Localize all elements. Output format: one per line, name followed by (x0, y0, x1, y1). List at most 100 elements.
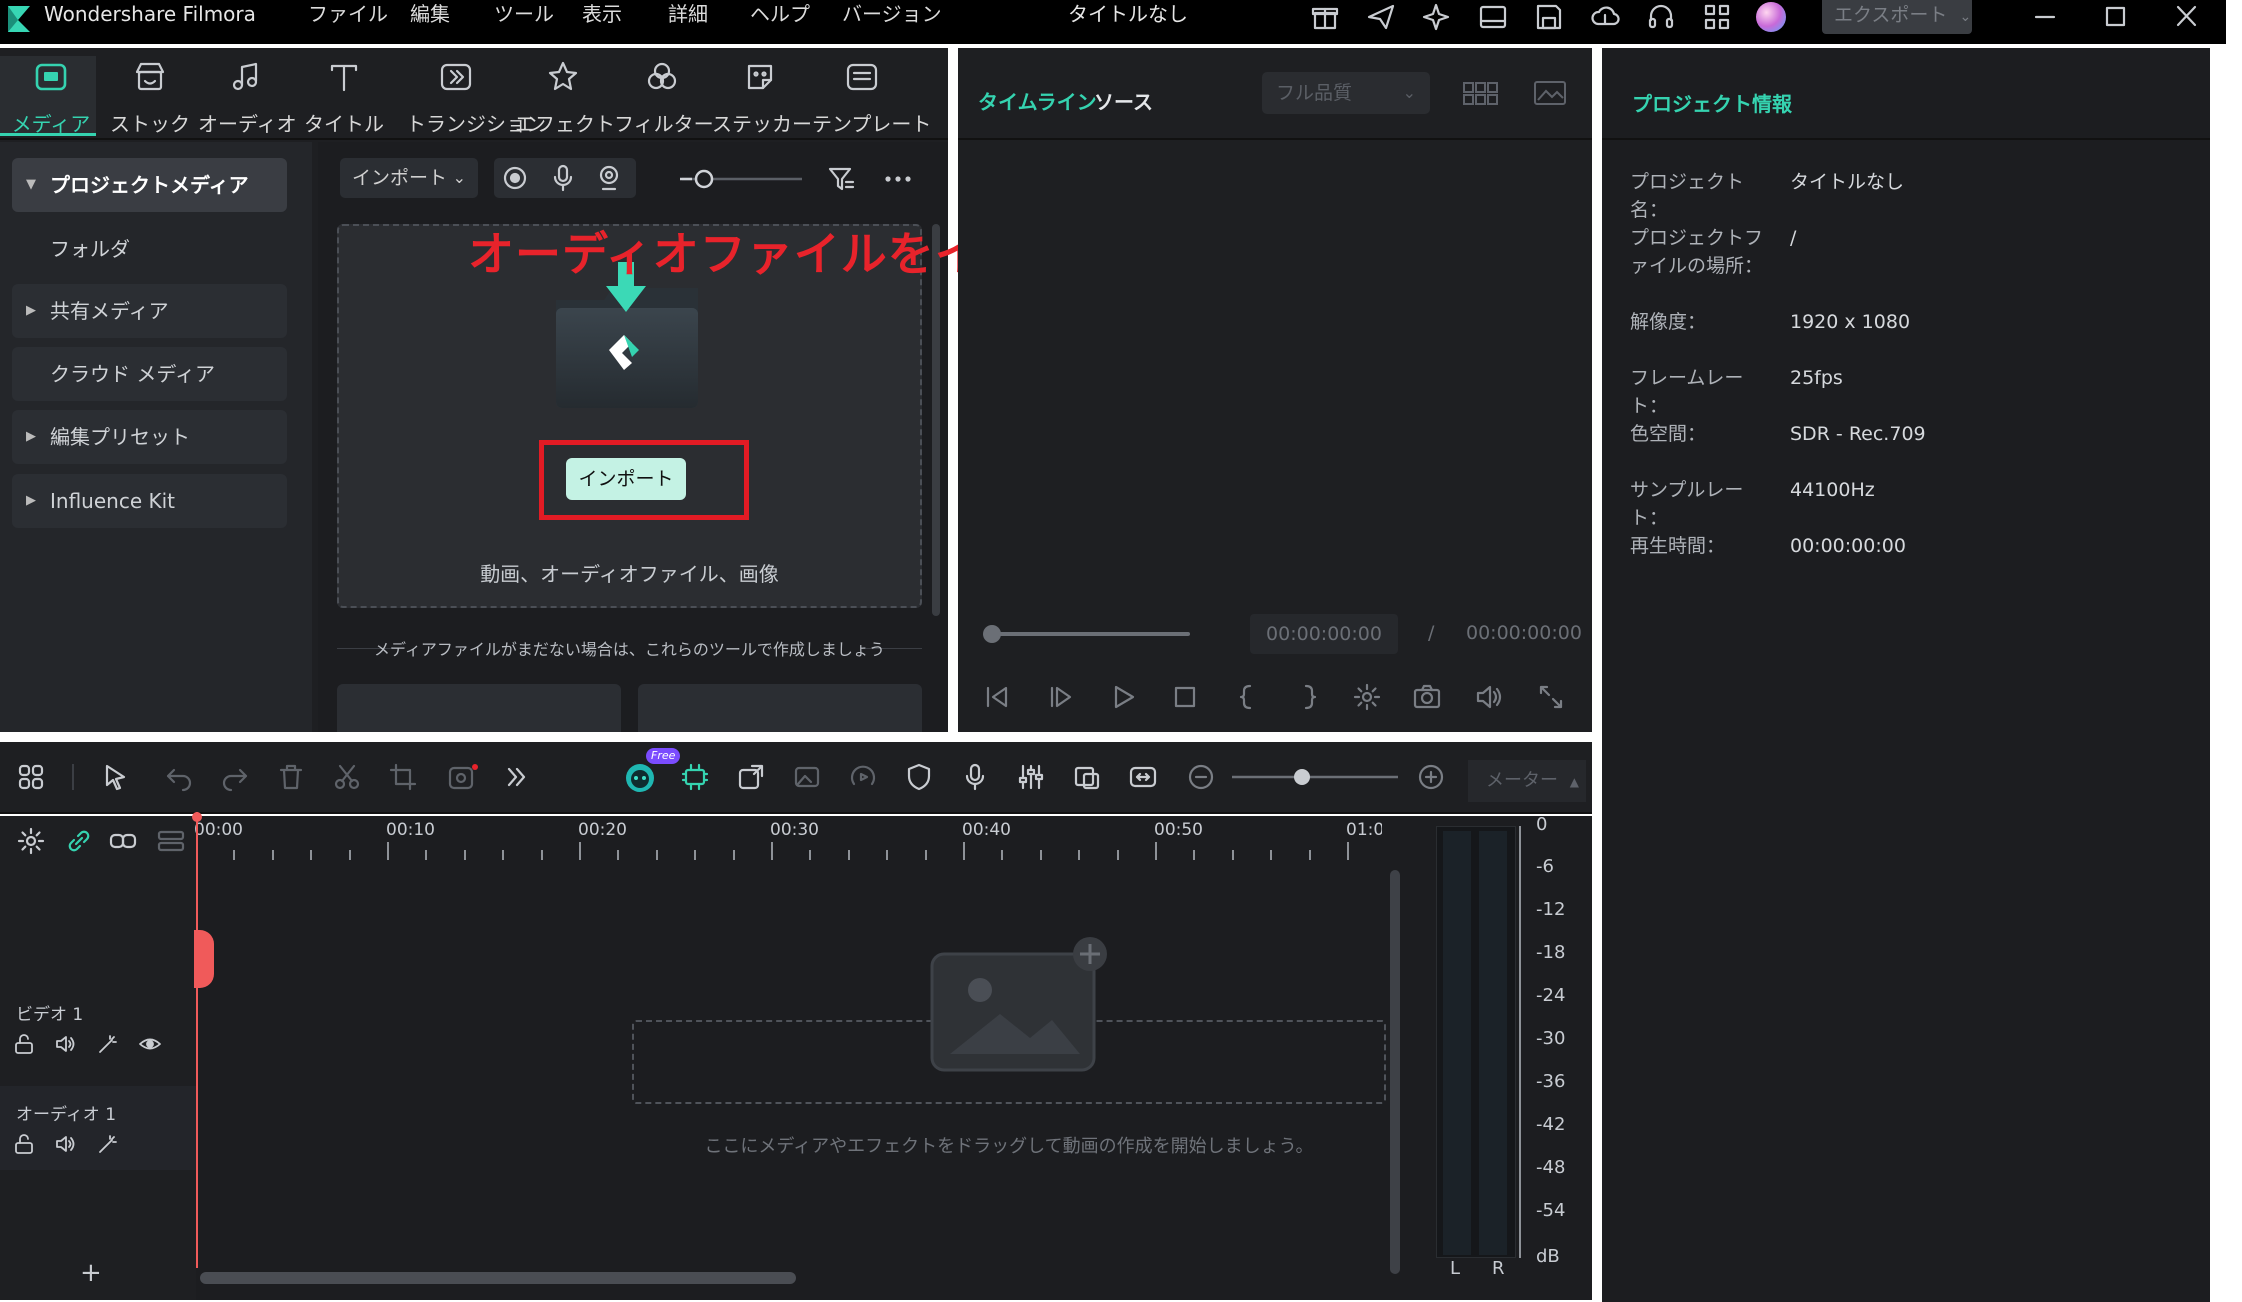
menu-tools[interactable]: ツール (494, 0, 554, 28)
tab-audio[interactable]: オーディオ (198, 58, 297, 136)
image-icon[interactable] (1532, 78, 1568, 108)
tab-template[interactable]: テンプレート (812, 58, 931, 136)
tab-effect[interactable]: エフェクト (515, 58, 615, 136)
webcam-icon[interactable] (594, 163, 624, 193)
more-options-icon[interactable] (882, 164, 914, 194)
undo-icon[interactable] (164, 762, 194, 792)
ai-tool-icon[interactable] (446, 762, 480, 792)
eye-icon[interactable] (138, 1032, 162, 1056)
sparkle-icon[interactable] (1422, 2, 1452, 32)
fullscreen-icon[interactable] (1536, 682, 1566, 712)
shield-icon[interactable] (904, 762, 934, 792)
microphone-icon[interactable] (548, 163, 578, 193)
speaker-icon[interactable] (54, 1032, 78, 1056)
group-link-icon[interactable] (108, 826, 138, 856)
tab-stock[interactable]: ストック (102, 58, 198, 136)
sidebar-item-project-media[interactable]: ▼ プロジェクトメディア (12, 158, 287, 212)
playhead-handle[interactable] (192, 812, 202, 822)
menu-help[interactable]: ヘルプ (750, 0, 810, 28)
volume-icon[interactable] (1474, 682, 1504, 712)
tab-media[interactable]: メディア (3, 58, 99, 136)
tab-title[interactable]: タイトル (296, 58, 392, 136)
next-frame-icon[interactable] (1046, 682, 1076, 712)
menu-advanced[interactable]: 詳細 (668, 0, 708, 28)
speaker-icon[interactable] (54, 1132, 78, 1156)
sidebar-item-edit-presets[interactable]: ▶ 編集プリセット (12, 410, 287, 464)
tab-source[interactable]: ソース (1094, 86, 1153, 115)
settings-icon[interactable] (1352, 682, 1382, 712)
sidebar-item-cloud-media[interactable]: クラウド メディア (12, 347, 287, 401)
zoom-in-icon[interactable] (1416, 762, 1446, 792)
tab-transition[interactable]: トランジション (406, 58, 546, 136)
tool-card[interactable] (337, 684, 621, 732)
tab-filter[interactable]: フィルター (614, 58, 714, 136)
zoom-out-icon[interactable] (1186, 762, 1216, 792)
timeline-vertical-scrollbar[interactable] (1390, 870, 1400, 1274)
filter-funnel-icon[interactable] (826, 164, 856, 194)
tab-sticker[interactable]: ステッカー (712, 58, 812, 136)
cloud-upload-icon[interactable] (1590, 2, 1620, 32)
lock-icon[interactable] (12, 1132, 36, 1156)
mark-in-icon[interactable] (1232, 682, 1262, 712)
magic-wand-icon[interactable] (96, 1032, 120, 1056)
play-icon[interactable] (1108, 682, 1138, 712)
maximize-icon[interactable] (2100, 4, 2130, 30)
lock-icon[interactable] (12, 1032, 36, 1056)
timeline-ruler[interactable] (196, 842, 1386, 862)
redo-icon[interactable] (220, 762, 250, 792)
timeline-settings-icon[interactable] (16, 826, 46, 856)
menu-view[interactable]: 表示 (582, 0, 622, 28)
add-track-button[interactable]: + (80, 1258, 102, 1288)
headset-icon[interactable] (1646, 2, 1676, 32)
fit-timeline-icon[interactable] (1128, 762, 1158, 792)
scene-detect-icon[interactable] (680, 762, 710, 792)
record-voice-icon[interactable] (960, 762, 990, 792)
timeline-horizontal-scrollbar[interactable] (200, 1272, 796, 1284)
audio-mixer-icon[interactable] (1016, 762, 1046, 792)
stop-icon[interactable] (1170, 682, 1200, 712)
track-manager-icon[interactable] (156, 826, 186, 856)
close-icon[interactable] (2172, 4, 2202, 30)
delete-icon[interactable] (276, 762, 306, 792)
playhead-marker[interactable] (194, 930, 214, 988)
magic-wand-icon[interactable] (96, 1132, 120, 1156)
mark-out-icon[interactable] (1294, 682, 1324, 712)
gift-icon[interactable] (1310, 2, 1340, 32)
snapshot-icon[interactable] (1412, 682, 1442, 712)
tool-card[interactable] (638, 684, 922, 732)
grid-view-icon[interactable] (1462, 78, 1498, 108)
layout-grid-icon[interactable] (16, 762, 46, 792)
zoom-slider[interactable] (672, 164, 807, 194)
send-icon[interactable] (1366, 2, 1396, 32)
minimize-icon[interactable] (2030, 4, 2060, 30)
photo-edit-icon[interactable] (792, 762, 822, 792)
meter-dropdown[interactable]: メーター ▲ (1468, 760, 1586, 802)
ruler-tick-label: 00:40 (962, 820, 1011, 840)
split-screen-icon[interactable] (736, 762, 766, 792)
speed-icon[interactable] (848, 762, 878, 792)
menu-edit[interactable]: 編集 (410, 0, 450, 28)
select-cursor-icon[interactable] (102, 762, 132, 792)
record-screen-icon[interactable] (500, 163, 530, 193)
apps-grid-icon[interactable] (1702, 2, 1732, 32)
export-button[interactable]: エクスポート ⌄ (1822, 0, 1972, 34)
sidebar-item-shared-media[interactable]: ▶ 共有メディア (12, 284, 287, 338)
playback-progress-slider[interactable] (980, 624, 1190, 644)
crop-icon[interactable] (388, 762, 418, 792)
more-tools-icon[interactable] (502, 762, 532, 792)
avatar[interactable] (1756, 2, 1786, 32)
prev-frame-icon[interactable] (982, 682, 1012, 712)
import-dropdown[interactable]: インポート ⌄ (340, 158, 478, 198)
menu-file[interactable]: ファイル (308, 0, 388, 28)
link-icon[interactable] (64, 826, 94, 856)
menu-version[interactable]: バージョン (842, 0, 942, 28)
quality-dropdown[interactable]: フル品質 ⌄ (1262, 72, 1430, 114)
tab-timeline[interactable]: タイムライン (978, 86, 1097, 115)
layout-icon[interactable] (1478, 2, 1508, 32)
cut-icon[interactable] (332, 762, 362, 792)
sidebar-item-folder[interactable]: フォルダ (12, 222, 287, 276)
auto-reframe-icon[interactable] (1072, 762, 1102, 792)
save-icon[interactable] (1534, 2, 1564, 32)
sidebar-item-influence-kit[interactable]: ▶ Influence Kit (12, 474, 287, 528)
timeline-zoom-slider[interactable] (1230, 766, 1400, 788)
